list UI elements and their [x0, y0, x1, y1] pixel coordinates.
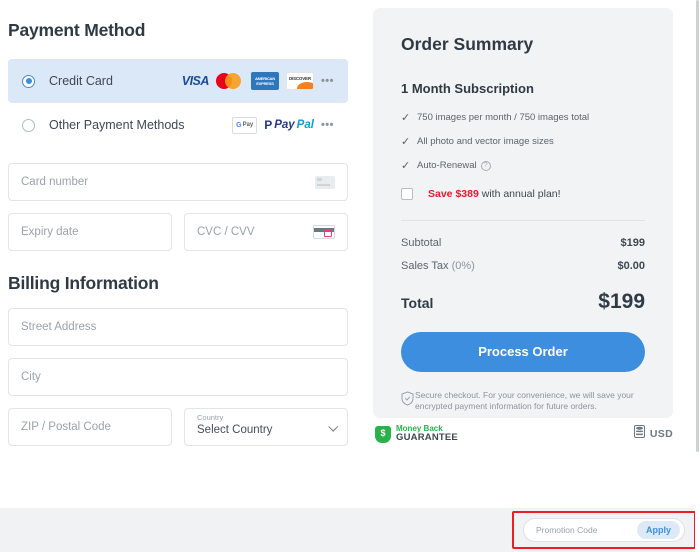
feature-item-auto-renewal: ✓ Auto-Renewal? [401, 160, 645, 173]
google-pay-logo: G Pay [232, 116, 258, 134]
paypal-logo: P Pay Pal [264, 118, 314, 132]
feature-label: 750 images per month / 750 images total [417, 112, 590, 123]
check-icon: ✓ [401, 160, 411, 173]
savings-suffix: with annual plan! [478, 187, 561, 200]
amex-logo: AMERICAN EXPRESS [250, 72, 279, 90]
currency-indicator[interactable]: USD [633, 425, 673, 443]
feature-label: All photo and vector image sizes [417, 136, 554, 148]
city-input[interactable]: City [8, 358, 348, 396]
secure-checkout-note: Secure checkout. For your convenience, w… [401, 390, 645, 413]
feature-item: ✓ All photo and vector image sizes [401, 136, 645, 149]
money-shield-icon: $ [375, 425, 391, 443]
radio-credit-card[interactable] [22, 74, 35, 88]
payment-option-other[interactable]: Other Payment Methods G Pay P Pay Pal ••• [8, 103, 348, 147]
country-value: Select Country [197, 424, 273, 436]
mastercard-logo [215, 72, 244, 90]
subscription-plan-name: 1 Month Subscription [401, 81, 534, 96]
visa-logo: VISA [181, 74, 210, 88]
tax-label: Sales Tax [401, 259, 452, 272]
payment-option-label: Other Payment Methods [49, 118, 185, 132]
country-select[interactable]: Country Select Country [184, 408, 348, 446]
annual-plan-upsell[interactable]: Save $389 with annual plan! [401, 187, 645, 200]
shield-icon [401, 391, 415, 411]
payment-option-label: Credit Card [49, 74, 113, 88]
annual-plan-checkbox[interactable] [401, 187, 413, 200]
divider [401, 219, 645, 221]
page-title: Payment Method [8, 20, 146, 40]
check-icon: ✓ [401, 112, 411, 124]
credit-card-logos: VISA AMERICAN EXPRESS DISCOVER ••• [182, 72, 334, 90]
street-address-input[interactable]: Street Address [8, 308, 348, 346]
payment-option-credit-card[interactable]: Credit Card VISA AMERICAN EXPRESS DISCOV… [8, 59, 348, 103]
country-label: Country [197, 413, 224, 422]
help-icon[interactable]: ? [480, 161, 491, 172]
promotion-code-input[interactable]: Promotion Code Apply [523, 518, 685, 542]
promo-placeholder: Promotion Code [536, 525, 598, 535]
radio-other-payment[interactable] [22, 118, 35, 132]
more-options-icon[interactable]: ••• [321, 119, 334, 131]
payment-form-column: Payment Method Credit Card VISA AMERICAN… [8, 20, 348, 446]
check-icon: ✓ [401, 136, 411, 149]
subtotal-value: $199 [620, 236, 645, 249]
expiry-placeholder: Expiry date [21, 226, 79, 238]
subtotal-label: Subtotal [401, 236, 442, 249]
tax-rate: (0%) [451, 259, 475, 272]
total-label: Total [401, 294, 434, 311]
card-number-placeholder: Card number [21, 176, 89, 188]
cvc-placeholder: CVC / CVV [197, 226, 255, 238]
feature-item: ✓ 750 images per month / 750 images tota… [401, 112, 645, 125]
order-summary-title: Order Summary [401, 34, 534, 54]
checkout-page: Payment Method Credit Card VISA AMERICAN… [0, 0, 700, 552]
credit-card-icon [315, 175, 335, 189]
money-back-guarantee-badge: $ Money Back GUARANTEE [375, 424, 458, 444]
billing-section-title: Billing Information [8, 273, 159, 293]
tax-value: $0.00 [617, 259, 645, 272]
apply-promo-button[interactable]: Apply [636, 521, 680, 539]
order-summary-panel: Order Summary 1 Month Subscription ✓ 750… [373, 8, 673, 418]
total-value: $199 [598, 289, 645, 313]
more-options-icon[interactable]: ••• [321, 75, 334, 87]
city-placeholder: City [21, 371, 41, 383]
subtotal-row: Subtotal $199 [401, 237, 645, 249]
card-number-input[interactable]: Card number [8, 163, 348, 201]
card-back-icon [313, 225, 335, 239]
other-payment-logos: G Pay P Pay Pal ••• [232, 116, 334, 134]
feature-label: Auto-Renewal [417, 160, 477, 172]
page-scrollbar[interactable] [695, 0, 700, 552]
savings-amount: Save $389 [428, 187, 479, 200]
secure-checkout-text: Secure checkout. For your convenience, w… [415, 389, 634, 412]
footer-badges: $ Money Back GUARANTEE USD [375, 424, 673, 444]
zip-placeholder: ZIP / Postal Code [21, 421, 111, 433]
cvc-input[interactable]: CVC / CVV [184, 213, 348, 251]
discover-logo: DISCOVER [285, 72, 314, 90]
process-order-button[interactable]: Process Order [401, 331, 645, 372]
street-placeholder: Street Address [21, 321, 97, 333]
money-back-line2: GUARANTEE [396, 432, 458, 444]
zip-input[interactable]: ZIP / Postal Code [8, 408, 172, 446]
currency-label: USD [649, 428, 673, 441]
tax-row: Sales Tax (0%) $0.00 [401, 260, 645, 272]
expiry-date-input[interactable]: Expiry date [8, 213, 172, 251]
currency-icon [633, 425, 645, 443]
total-row: Total $199 [401, 290, 645, 314]
